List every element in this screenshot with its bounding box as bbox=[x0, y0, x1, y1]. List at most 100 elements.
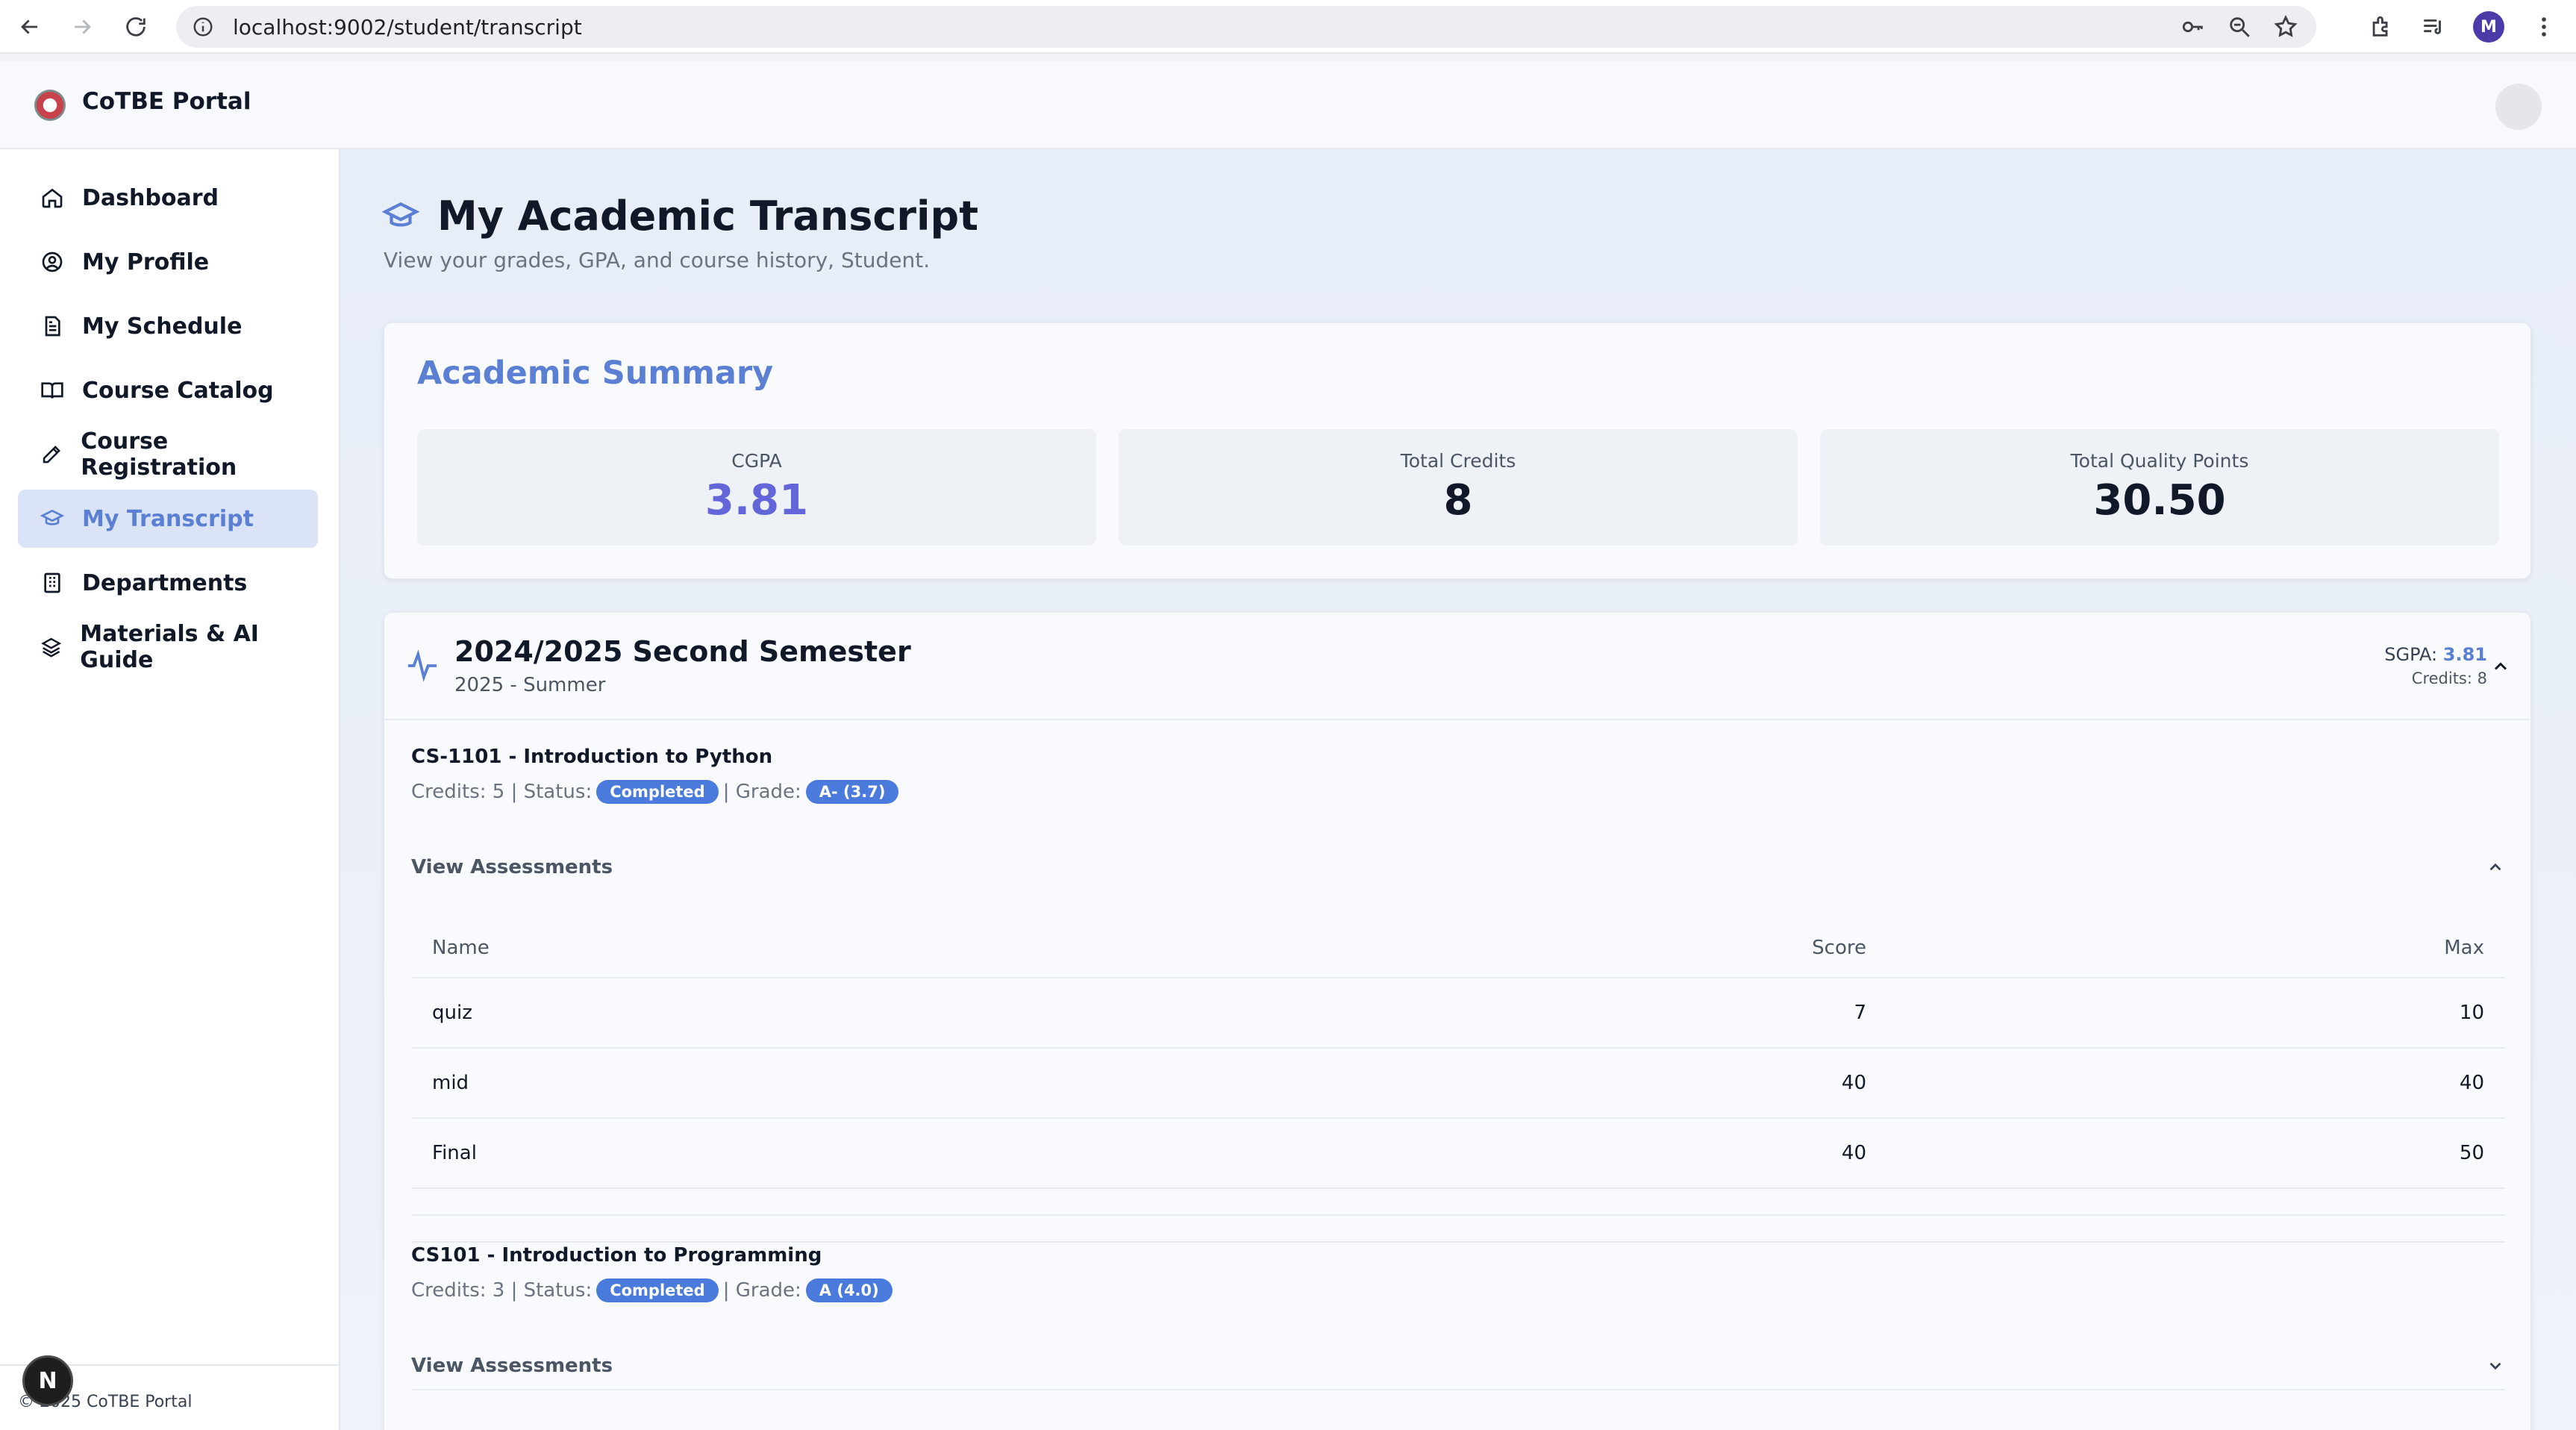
building-icon bbox=[44, 572, 60, 593]
cgpa-label: CGPA bbox=[731, 450, 782, 472]
table-row: Final 40 50 bbox=[411, 1119, 2505, 1189]
course-divider bbox=[411, 1241, 2505, 1243]
sidebar-item-label: Course Registration bbox=[81, 428, 237, 481]
table-row: mid 40 40 bbox=[411, 1049, 2505, 1119]
star-icon[interactable] bbox=[2273, 14, 2298, 40]
sidebar-item-label: Dashboard bbox=[82, 184, 219, 211]
status-badge: Completed bbox=[596, 1278, 719, 1302]
main-content: My Academic Transcript View your grades,… bbox=[340, 149, 2576, 1430]
user-circle-icon bbox=[42, 252, 63, 272]
sidebar-item-materials-ai-guide[interactable]: Materials & AI Guide bbox=[18, 618, 318, 676]
assessment-score: 40 bbox=[1841, 1072, 1866, 1094]
sidebar-item-departments[interactable]: Departments bbox=[18, 554, 318, 612]
total-credits-stat: Total Credits 8 bbox=[1119, 429, 1798, 546]
page-subtitle: View your grades, GPA, and course histor… bbox=[384, 248, 931, 272]
reload-button[interactable] bbox=[109, 0, 163, 54]
sidebar-item-my-schedule[interactable]: My Schedule bbox=[18, 297, 318, 355]
dev-tools-badge[interactable]: N bbox=[22, 1355, 73, 1406]
page-header: My Academic Transcript bbox=[382, 193, 978, 240]
chevron-down-icon[interactable] bbox=[2486, 1356, 2505, 1376]
summary-title: Academic Summary bbox=[417, 355, 774, 392]
assessment-score: 40 bbox=[1841, 1142, 1866, 1164]
arrow-right-icon bbox=[75, 19, 91, 34]
table-row: quiz 7 10 bbox=[411, 978, 2505, 1049]
sgpa: SGPA: 3.81 bbox=[2384, 644, 2487, 665]
quality-points-stat: Total Quality Points 30.50 bbox=[1820, 429, 2499, 546]
assessment-name: Final bbox=[432, 1142, 477, 1164]
assessment-max: 40 bbox=[2459, 1072, 2484, 1094]
assessment-name: mid bbox=[432, 1072, 469, 1094]
address-bar[interactable]: localhost:9002/student/transcript bbox=[176, 6, 2316, 48]
sgpa-value: 3.81 bbox=[2442, 644, 2487, 665]
course-meta: Credits: 5 | Status: Completed | Grade: … bbox=[411, 780, 899, 804]
activity-icon bbox=[407, 649, 437, 682]
site-info-icon[interactable] bbox=[190, 13, 216, 40]
course-title: CS101 - Introduction to Programming bbox=[411, 1244, 822, 1267]
course-credits-status-label: Credits: 5 | Status: bbox=[411, 781, 593, 803]
sidebar-item-label: Materials & AI Guide bbox=[80, 621, 259, 673]
user-avatar[interactable] bbox=[2495, 84, 2542, 130]
sidebar-item-dashboard[interactable]: Dashboard bbox=[18, 169, 318, 227]
cgpa-value: 3.81 bbox=[704, 476, 809, 525]
assessments-table: Name Score Max quiz 7 10 mid 40 40 Final… bbox=[411, 919, 2505, 1189]
back-button[interactable] bbox=[3, 0, 57, 54]
app-header: CoTBE Portal bbox=[0, 61, 2576, 149]
pencil-icon bbox=[43, 446, 60, 463]
grade-label: | Grade: bbox=[722, 781, 801, 803]
view-assessments-toggle[interactable]: View Assessments bbox=[411, 856, 613, 878]
browser-toolbar: localhost:9002/student/transcript M bbox=[0, 0, 2576, 54]
semester-credits: Credits: 8 bbox=[2411, 669, 2487, 687]
sidebar: Dashboard My Profile My Schedule Course … bbox=[0, 149, 340, 1430]
grade-badge: A (4.0) bbox=[805, 1278, 892, 1302]
home-icon bbox=[42, 188, 63, 208]
column-header-max: Max bbox=[2444, 937, 2484, 959]
sgpa-label: SGPA: bbox=[2384, 644, 2438, 665]
course-title: CS-1101 - Introduction to Python bbox=[411, 746, 773, 768]
arrow-left-icon bbox=[21, 19, 37, 34]
url-text[interactable]: localhost:9002/student/transcript bbox=[233, 15, 582, 40]
status-badge: Completed bbox=[596, 780, 719, 804]
sidebar-item-my-transcript[interactable]: My Transcript bbox=[18, 490, 318, 548]
key-icon[interactable] bbox=[2180, 14, 2206, 40]
reload-icon bbox=[126, 17, 146, 37]
sidebar-item-label: My Transcript bbox=[82, 505, 254, 532]
brand-name[interactable]: CoTBE Portal bbox=[82, 88, 251, 115]
page-title: My Academic Transcript bbox=[437, 193, 979, 240]
brand-logo[interactable] bbox=[34, 90, 66, 121]
course-meta: Credits: 3 | Status: Completed | Grade: … bbox=[411, 1278, 892, 1302]
chevron-up-icon[interactable] bbox=[2486, 858, 2505, 877]
extensions-icon[interactable] bbox=[2369, 14, 2394, 40]
assessment-name: quiz bbox=[432, 1002, 472, 1024]
semester-header[interactable]: 2024/2025 Second Semester 2025 - Summer … bbox=[384, 613, 2530, 720]
total-credits-label: Total Credits bbox=[1400, 450, 1516, 472]
semester-title: 2024/2025 Second Semester bbox=[454, 635, 911, 668]
academic-summary-card: Academic Summary CGPA 3.81 Total Credits… bbox=[384, 322, 2531, 579]
sidebar-item-course-catalog[interactable]: Course Catalog bbox=[18, 361, 318, 419]
semester-term: 2025 - Summer bbox=[454, 674, 606, 696]
quality-points-value: 30.50 bbox=[2093, 476, 2226, 525]
quality-points-label: Total Quality Points bbox=[2070, 450, 2249, 472]
zoom-icon[interactable] bbox=[2227, 14, 2252, 40]
kebab-menu-icon[interactable] bbox=[2531, 14, 2557, 40]
table-header-row: Name Score Max bbox=[411, 919, 2505, 978]
assessment-score: 7 bbox=[1854, 1002, 1866, 1024]
cgpa-stat: CGPA 3.81 bbox=[417, 429, 1096, 546]
sidebar-item-course-registration[interactable]: Course Registration bbox=[18, 425, 318, 484]
grade-label: | Grade: bbox=[722, 1279, 801, 1302]
forward-button[interactable] bbox=[55, 0, 109, 54]
total-credits-value: 8 bbox=[1443, 476, 1473, 525]
course-credits-status-label: Credits: 3 | Status: bbox=[411, 1279, 593, 1302]
graduation-cap-icon bbox=[382, 202, 419, 227]
sidebar-item-my-profile[interactable]: My Profile bbox=[18, 233, 318, 291]
course-divider bbox=[411, 1214, 2505, 1216]
column-header-name: Name bbox=[432, 937, 490, 959]
assessment-max: 50 bbox=[2459, 1142, 2484, 1164]
layers-icon bbox=[41, 637, 62, 658]
document-icon bbox=[45, 316, 60, 337]
chevron-up-icon[interactable] bbox=[2490, 656, 2511, 677]
view-assessments-toggle[interactable]: View Assessments bbox=[411, 1355, 613, 1377]
profile-avatar[interactable]: M bbox=[2473, 11, 2504, 43]
sidebar-item-label: Departments bbox=[82, 569, 248, 596]
media-icon[interactable] bbox=[2421, 14, 2446, 40]
assessment-max: 10 bbox=[2459, 1002, 2484, 1024]
